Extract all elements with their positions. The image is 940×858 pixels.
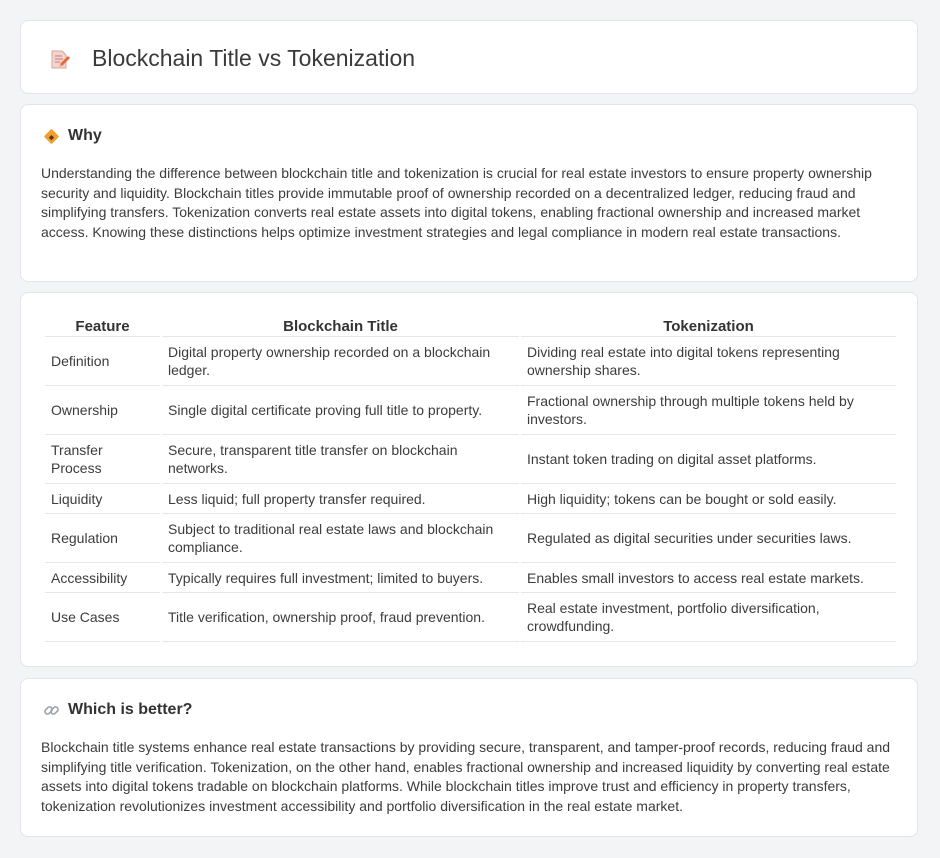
table-header-row: Feature Blockchain Title Tokenization xyxy=(45,316,896,337)
cell-feature: Transfer Process xyxy=(45,435,160,484)
table-row: Ownership Single digital certificate pro… xyxy=(45,386,896,435)
cell-blockchain: Less liquid; full property transfer requ… xyxy=(162,484,519,514)
header-card: Blockchain Title vs Tokenization xyxy=(20,20,918,94)
page-title: Blockchain Title vs Tokenization xyxy=(92,45,416,71)
cell-blockchain: Subject to traditional real estate laws … xyxy=(162,514,519,563)
why-heading: Why xyxy=(68,127,102,144)
cell-token: Fractional ownership through multiple to… xyxy=(521,386,896,435)
table-row: Regulation Subject to traditional real e… xyxy=(45,514,896,563)
cell-feature: Regulation xyxy=(45,514,160,563)
cell-token: Dividing real estate into digital tokens… xyxy=(521,337,896,386)
cell-token: Enables small investors to access real e… xyxy=(521,563,896,593)
memo-pencil-icon xyxy=(51,50,70,69)
table-row: Liquidity Less liquid; full property tra… xyxy=(45,484,896,514)
cell-token: Regulated as digital securities under se… xyxy=(521,514,896,563)
cell-blockchain: Secure, transparent title transfer on bl… xyxy=(162,435,519,484)
table-row: Use Cases Title verification, ownership … xyxy=(45,593,896,642)
header-feature: Feature xyxy=(45,316,160,337)
table-row: Transfer Process Secure, transparent tit… xyxy=(45,435,896,484)
cell-blockchain: Typically requires full investment; limi… xyxy=(162,563,519,593)
cell-token: High liquidity; tokens can be bought or … xyxy=(521,484,896,514)
table-row: Definition Digital property ownership re… xyxy=(45,337,896,386)
why-text: Understanding the difference between blo… xyxy=(41,165,872,240)
cell-feature: Liquidity xyxy=(45,484,160,514)
cell-blockchain: Single digital certificate proving full … xyxy=(162,386,519,435)
better-heading: Which is better? xyxy=(68,701,193,718)
cell-feature: Definition xyxy=(45,337,160,386)
header-blockchain-title: Blockchain Title xyxy=(162,316,519,337)
cell-feature: Use Cases xyxy=(45,593,160,642)
table-row: Accessibility Typically requires full in… xyxy=(45,563,896,593)
better-text: Blockchain title systems enhance real es… xyxy=(41,739,891,814)
comparison-table-card: Feature Blockchain Title Tokenization De… xyxy=(20,292,918,667)
cell-feature: Accessibility xyxy=(45,563,160,593)
link-icon xyxy=(44,705,59,715)
better-heading-row: Which is better? xyxy=(43,701,192,719)
which-is-better-section: Which is better? Blockchain title system… xyxy=(20,678,918,837)
comparison-table: Feature Blockchain Title Tokenization De… xyxy=(43,316,898,642)
why-section: ◆ Why Understanding the difference betwe… xyxy=(20,104,918,282)
why-heading-row: ◆ Why xyxy=(43,127,102,145)
cell-blockchain: Digital property ownership recorded on a… xyxy=(162,337,519,386)
cell-token: Instant token trading on digital asset p… xyxy=(521,435,896,484)
svg-text:◆: ◆ xyxy=(49,133,55,141)
cell-blockchain: Title verification, ownership proof, fra… xyxy=(162,593,519,642)
cell-feature: Ownership xyxy=(45,386,160,435)
header-tokenization: Tokenization xyxy=(521,316,896,337)
diamond-sign-icon: ◆ xyxy=(44,128,59,144)
cell-token: Real estate investment, portfolio divers… xyxy=(521,593,896,642)
